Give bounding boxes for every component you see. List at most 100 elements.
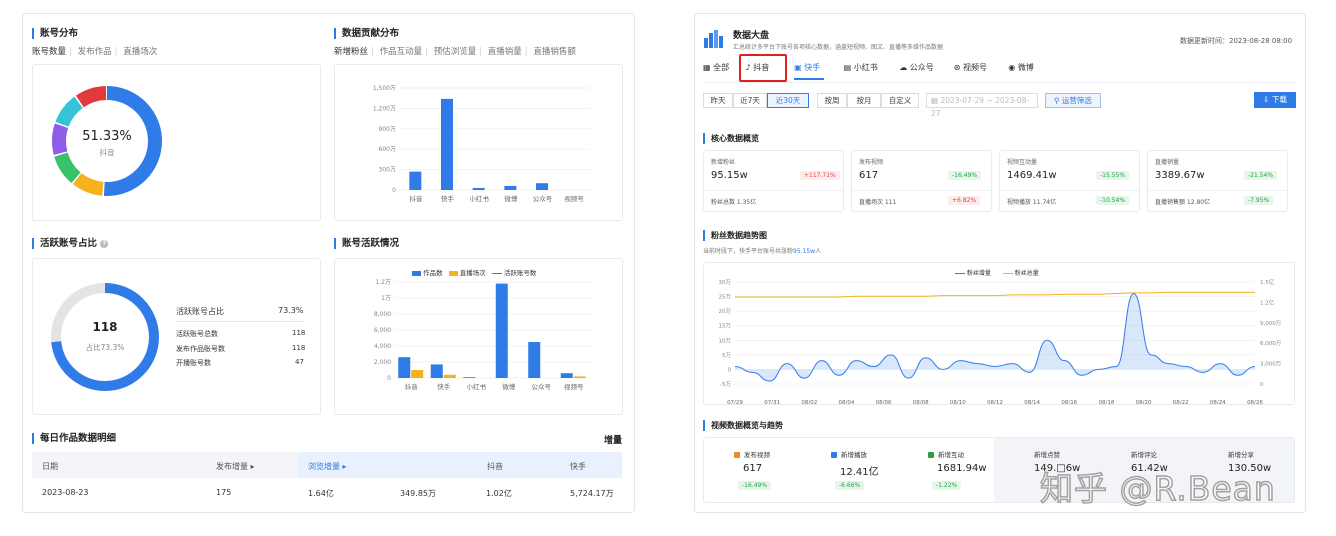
col-views[interactable]: 浏览增量 ▸ — [308, 461, 347, 472]
x-tick-label: 08/04 — [838, 400, 854, 404]
date-range-input[interactable]: ▦ 2023-07-29 ~ 2023-08-27 — [926, 93, 1038, 118]
btn-7days[interactable]: 近7天 — [733, 93, 767, 108]
bar[interactable] — [528, 342, 541, 378]
col-kuaishou: 快手 — [570, 462, 586, 471]
video-item-label: 新增播放 — [831, 449, 867, 459]
core-title: 核心数据概览 — [703, 133, 759, 144]
stat-value: 118 — [292, 329, 306, 337]
bar[interactable] — [504, 185, 517, 190]
video-title: 视频数据概览与趋势 — [703, 420, 783, 431]
y-tick-label: 15万 — [719, 323, 732, 330]
y-tick-label: 25万 — [719, 294, 732, 301]
y-tick-label: 1,200万 — [373, 105, 396, 112]
series-line-total[interactable] — [735, 291, 1255, 298]
bar[interactable] — [430, 364, 443, 378]
account-dist-donut: 51.33% 抖音 — [52, 86, 162, 196]
daily-increment-label[interactable]: 增量 — [604, 433, 622, 446]
metric-label: 视频互动量 — [1007, 159, 1038, 166]
filter-button[interactable]: ⚲ 运营筛选 — [1045, 93, 1101, 108]
tab-weibo[interactable]: ◉ 微博 — [1008, 62, 1048, 73]
x-tick-label: 小红书 — [467, 382, 487, 391]
btn-custom[interactable]: 自定义 — [881, 93, 919, 108]
y-tick-label: 0 — [387, 375, 391, 382]
metric-sub-badge: +6.82% — [948, 196, 981, 205]
x-tick-label: 快手 — [441, 194, 455, 203]
metric-label: 发布视频 — [859, 159, 884, 166]
x-tick-label: 07/31 — [764, 400, 780, 404]
metric-badge: -21.54% — [1244, 171, 1278, 180]
bar[interactable] — [536, 183, 548, 190]
tab-live-sales[interactable]: 直播销量 — [488, 47, 522, 57]
bar[interactable] — [560, 373, 573, 378]
watermark: 知乎 @R.Bean — [1039, 468, 1276, 509]
app-logo — [704, 30, 724, 48]
metric-divider — [1000, 190, 1139, 191]
tab-xiaohongshu[interactable]: ▤ 小红书 — [844, 62, 897, 73]
stat-label: 开播账号数 — [176, 359, 211, 367]
book-icon: ▤ — [843, 63, 852, 72]
legend-line-swatch — [1002, 273, 1013, 274]
y-tick-label: 4,000 — [374, 343, 391, 350]
bar[interactable] — [495, 283, 508, 378]
y2-tick-label: 6,000万 — [1260, 340, 1282, 347]
page-subtitle: 汇总统计多平台下账号各项核心数据，涵盖短视频、图文、直播等多维作品数据 — [733, 44, 944, 51]
stat-label: 发布作品账号数 — [176, 345, 225, 353]
video-item-icon — [831, 452, 837, 458]
x-tick-label: 08/20 — [1136, 400, 1152, 404]
x-tick-label: 视频号 — [564, 194, 584, 203]
video-item-value: 12.41亿 — [840, 467, 879, 478]
metric-label: 新增粉丝 — [711, 159, 736, 166]
metric-value: 1469.41w — [1007, 170, 1057, 181]
daily-title: 每日作品数据明细 — [32, 433, 116, 444]
fans-line-chart: -5万 0 5万 10万 15万 20万 25万 30万 0 3,000万 6,000万 9,000万… — [719, 278, 1282, 404]
btn-30days[interactable]: 近30天 — [767, 93, 809, 108]
metric-value: 617 — [859, 170, 879, 181]
y2-tick-label: 1.5亿 — [1260, 278, 1275, 286]
y2-tick-label: 1.2亿 — [1260, 298, 1275, 306]
tab-gongzhonghao[interactable]: ☁ 公众号 — [899, 62, 951, 73]
update-time: 数据更新时间：2023-08-28 08:00 — [1180, 37, 1293, 45]
tab-all[interactable]: ▦ 全部 — [703, 62, 743, 73]
btn-yesterday[interactable]: 昨天 — [703, 93, 733, 108]
video-item-badge: -1.22% — [932, 481, 962, 490]
btn-week[interactable]: 按周 — [817, 93, 847, 108]
x-tick-label: 抖音 — [409, 194, 423, 203]
y-tick-label: 300万 — [379, 167, 396, 174]
tab-new-fans[interactable]: 新增粉丝 — [334, 47, 368, 57]
metric-sub: 直播场次 111 — [859, 199, 897, 206]
tab-est-views[interactable]: 预估浏览量 — [434, 47, 477, 57]
bar[interactable] — [409, 171, 422, 190]
bar[interactable] — [463, 377, 476, 378]
bar[interactable] — [411, 370, 424, 378]
bar[interactable] — [472, 187, 485, 190]
tab-shipinhao[interactable]: ⊛ 视频号 — [954, 62, 1006, 73]
metric-sub: 视频播放 11.74亿 — [1007, 199, 1057, 206]
account-dist-tabs: 账号数量 | 发布作品 | 直播场次 — [32, 47, 158, 57]
info-icon[interactable]: ? — [100, 239, 109, 248]
download-button[interactable]: ⇩ 下载 — [1254, 92, 1296, 108]
metric-badge: -15.55% — [1096, 171, 1130, 180]
metric-value: 3389.67w — [1155, 170, 1205, 181]
x-tick-label: 微博 — [502, 382, 516, 391]
tab-account-count[interactable]: 账号数量 — [32, 47, 66, 57]
bar[interactable] — [441, 98, 453, 190]
bar[interactable] — [398, 357, 411, 378]
tab-live-revenue[interactable]: 直播销售额 — [533, 47, 576, 57]
y2-tick-label: 3,000万 — [1260, 361, 1282, 368]
tab-interaction[interactable]: 作品互动量 — [380, 47, 423, 57]
video-item2-label: 新增分享 — [1228, 451, 1254, 459]
video-item-value: 1681.94w — [937, 463, 987, 474]
bar[interactable] — [443, 374, 456, 378]
x-tick-label: 08/12 — [987, 400, 1003, 404]
active-count: 118 — [92, 320, 117, 334]
col-publish[interactable]: 发布增量 ▸ — [216, 461, 255, 472]
bar[interactable] — [573, 376, 586, 378]
tab-live-sessions[interactable]: 直播场次 — [123, 47, 157, 57]
x-tick-label: 抖音 — [405, 382, 419, 391]
btn-month[interactable]: 按月 — [847, 93, 881, 108]
grid-icon: ▦ — [703, 63, 711, 72]
x-tick-label: 小红书 — [469, 194, 489, 203]
tab-kuaishou[interactable]: ▣ 快手 — [794, 62, 841, 73]
active-ratio-title-text: 活跃账号占比 — [40, 238, 98, 249]
tab-publish-works[interactable]: 发布作品 — [78, 47, 112, 57]
